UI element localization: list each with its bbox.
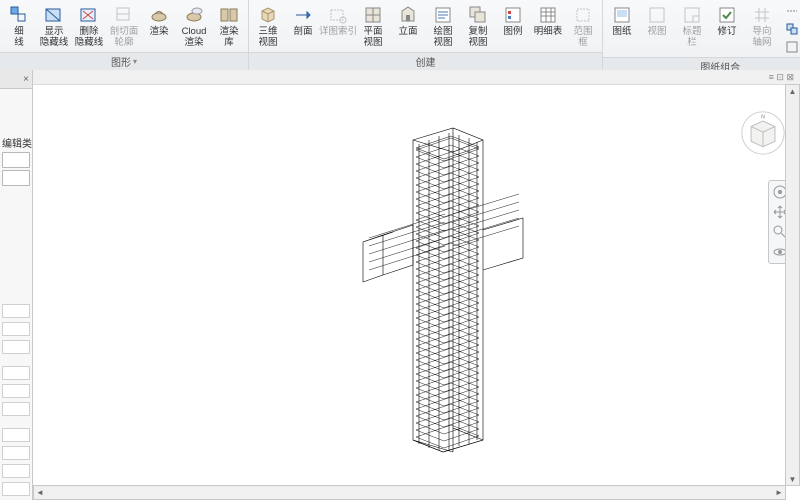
prop-row[interactable]	[2, 428, 30, 442]
btn-view: 视图	[640, 1, 674, 40]
matchline-icon	[785, 4, 799, 18]
btn-callout: 详图索引	[321, 1, 355, 40]
render-gallery-icon	[218, 4, 240, 26]
prop-row[interactable]	[2, 322, 30, 336]
btn-title-block: 标题 栏	[675, 1, 709, 51]
panel-sheet: 图纸 视图 标题 栏 修订 导向 轴网	[603, 0, 800, 70]
prop-row[interactable]	[2, 446, 30, 460]
scope-box-icon	[572, 4, 594, 26]
canvas-controls[interactable]: ≡ ⊡ ⊠	[769, 72, 794, 83]
scroll-right-icon[interactable]: ►	[773, 487, 785, 499]
btn-3d-view[interactable]: 三维 视图	[251, 1, 285, 51]
btn-guide-grid: 导向 轴网	[745, 1, 779, 51]
view-cube[interactable]: N	[740, 110, 786, 156]
prop-row[interactable]	[2, 340, 30, 354]
revisions-icon	[716, 4, 738, 26]
model-3d-column	[313, 100, 743, 500]
btn-revisions[interactable]: 修订	[710, 1, 744, 40]
cloud-render-icon	[183, 4, 205, 26]
drafting-view-icon	[432, 4, 454, 26]
schedule-icon	[537, 4, 559, 26]
prop-row[interactable]	[2, 482, 30, 496]
btn-matchline: 拼接线	[781, 2, 800, 20]
viewport-icon	[785, 40, 799, 54]
remove-hidden-icon	[78, 4, 100, 26]
view-icon	[646, 4, 668, 26]
title-block-icon	[681, 4, 703, 26]
section-icon	[292, 4, 314, 26]
btn-plan-view[interactable]: 平面 视图	[356, 1, 390, 51]
scroll-up-icon[interactable]: ▲	[787, 85, 799, 97]
render-icon	[148, 4, 170, 26]
guide-grid-icon	[751, 4, 773, 26]
btn-cut-profile: 剖切面 轮廓	[107, 1, 141, 51]
elevation-icon	[397, 4, 419, 26]
canvas-title-bar: ≡ ⊡ ⊠	[33, 70, 800, 85]
prop-row[interactable]	[2, 384, 30, 398]
btn-elevation[interactable]: 立面	[391, 1, 425, 40]
chevron-down-icon[interactable]: ▾	[133, 57, 137, 66]
panel-title-create: 创建	[416, 54, 436, 69]
btn-viewport	[781, 38, 800, 56]
close-icon[interactable]: ×	[23, 74, 29, 85]
view-ref-icon	[785, 22, 799, 36]
btn-section[interactable]: 剖面	[286, 1, 320, 40]
btn-drafting-view[interactable]: 绘图 视图	[426, 1, 460, 51]
scrollbar-horizontal[interactable]: ◄►	[33, 485, 786, 500]
prop-input-1[interactable]	[2, 152, 30, 168]
edit-type-label[interactable]: 编辑类型	[2, 135, 30, 150]
btn-show-hidden[interactable]: 显示 隐藏线	[37, 1, 71, 51]
prop-row[interactable]	[2, 402, 30, 416]
drawing-canvas[interactable]: ≡ ⊡ ⊠	[33, 70, 800, 500]
legend-icon	[502, 4, 524, 26]
scroll-down-icon[interactable]: ▼	[787, 473, 799, 485]
btn-legend[interactable]: 图例	[496, 1, 530, 40]
3d-view-icon	[257, 4, 279, 26]
ribbon: 细 线 显示 隐藏线 删除 隐藏线 剖切面 轮廓 渲染	[0, 0, 800, 71]
btn-remove-hidden[interactable]: 删除 隐藏线	[72, 1, 106, 51]
prop-row[interactable]	[2, 366, 30, 380]
btn-sheet[interactable]: 图纸	[605, 1, 639, 40]
btn-cloud-render[interactable]: Cloud 渲染	[177, 1, 211, 51]
btn-render-gallery[interactable]: 渲染 库	[212, 1, 246, 51]
btn-render[interactable]: 渲染	[142, 1, 176, 40]
btn-duplicate-view[interactable]: 复制 视图	[461, 1, 495, 51]
properties-panel: × 编辑类型	[0, 70, 33, 500]
callout-icon	[327, 4, 349, 26]
panel-create: 三维 视图 剖面 详图索引 平面 视图 立面 绘图	[249, 0, 603, 70]
duplicate-view-icon	[467, 4, 489, 26]
workspace: × 编辑类型 ≡ ⊡ ⊠	[0, 70, 800, 500]
cut-profile-icon	[113, 4, 135, 26]
plan-view-icon	[362, 4, 384, 26]
panel-graphics: 细 线 显示 隐藏线 删除 隐藏线 剖切面 轮廓 渲染	[0, 0, 249, 70]
sheet-icon	[611, 4, 633, 26]
prop-input-2[interactable]	[2, 170, 30, 186]
show-hidden-icon	[43, 4, 65, 26]
btn-schedules[interactable]: 明细表	[531, 1, 565, 40]
prop-row[interactable]	[2, 464, 30, 478]
svg-text:N: N	[761, 114, 765, 120]
btn-thin-lines[interactable]: 细 线	[2, 1, 36, 51]
btn-scope-box: 范围 框	[566, 1, 600, 51]
btn-view-reference[interactable]: 参照	[781, 20, 800, 38]
scrollbar-vertical[interactable]: ▲▼	[785, 84, 800, 486]
prop-row[interactable]	[2, 304, 30, 318]
thin-lines-icon	[8, 4, 30, 26]
panel-title-graphics: 图形	[111, 54, 131, 69]
scroll-left-icon[interactable]: ◄	[34, 487, 46, 499]
